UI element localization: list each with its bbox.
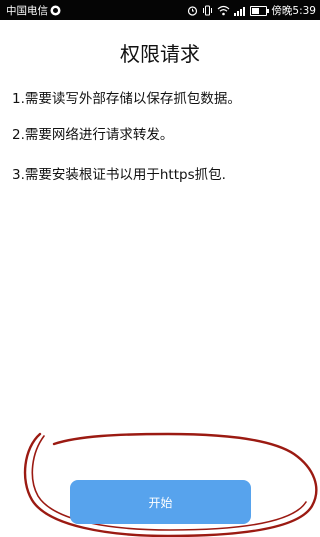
status-clock: 傍晚5:39 [271,5,316,17]
permission-item-certificate: 3.需要安装根证书以用于https抓包. [12,167,226,183]
status-left: 中国电信 [6,3,61,18]
page-title: 权限请求 [120,42,200,66]
wifi-icon [218,5,230,16]
permission-item-storage: 1.需要读写外部存储以保存抓包数据。 [12,91,241,107]
signal-strength-icon [234,6,246,16]
status-bar: 中国电信 傍晚5:39 [0,0,320,20]
start-button[interactable]: 开始 [70,480,251,524]
carrier-name: 中国电信 [6,5,48,17]
app-notification-icon [50,5,61,16]
permission-item-network: 2.需要网络进行请求转发。 [12,127,174,143]
battery-icon [250,5,270,16]
battery-level-fill [252,7,260,14]
alarm-icon [188,6,198,16]
vibrate-icon [203,5,213,16]
status-right: 傍晚5:39 [183,3,316,18]
